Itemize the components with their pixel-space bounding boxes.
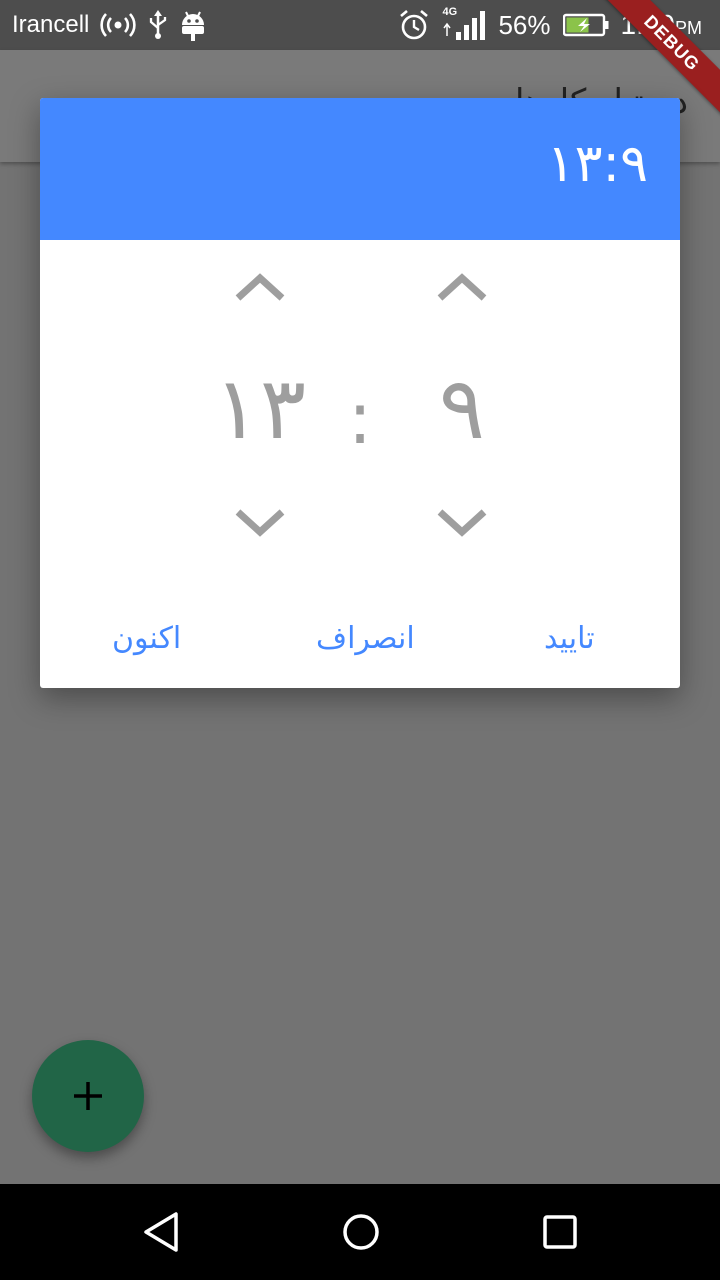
carrier-name: Irancell [12,11,90,38]
chevron-up-icon [235,273,285,301]
confirm-button[interactable]: تایید [536,616,603,660]
status-bar: Irancell 4G 56% PM [0,0,720,50]
minute-value[interactable]: ۹ [402,354,522,464]
minute-spinner: ۹ [402,258,522,558]
hour-decrement-button[interactable] [220,492,300,552]
hour-increment-button[interactable] [220,258,300,318]
selected-time: ۱۳:۹ [546,134,648,194]
usb-icon [147,10,169,40]
back-triangle-icon [144,1212,178,1252]
hour-spinner: ۱۳ [200,258,320,558]
chevron-up-icon [437,273,487,301]
battery-percent: 56% [498,9,551,40]
dialog-header: ۱۳:۹ [40,98,680,240]
chevron-down-icon [235,509,285,537]
now-button[interactable]: اکنون [104,616,189,660]
navigation-bar [0,1184,720,1280]
signal-icon: 4G [442,6,486,40]
back-button[interactable] [134,1204,190,1260]
minute-increment-button[interactable] [422,258,502,318]
hotspot-icon [99,12,137,38]
recents-button[interactable] [532,1204,588,1260]
android-icon [179,9,207,41]
recents-square-icon [543,1215,577,1249]
home-button[interactable] [333,1204,389,1260]
cancel-button[interactable]: انصراف [308,616,423,660]
battery-charging-icon [562,13,609,37]
minute-decrement-button[interactable] [422,492,502,552]
time-picker-dialog: ۱۳:۹ ۱۳ : ۹ اکنون انصراف تایید [40,98,680,688]
dialog-actions: اکنون انصراف تایید [40,608,680,668]
home-circle-icon [343,1214,379,1250]
alarm-icon [398,9,430,41]
chevron-down-icon [437,509,487,537]
time-separator: : [347,376,373,460]
network-type: 4G [442,6,458,18]
plus-icon [74,1082,102,1110]
hour-value[interactable]: ۱۳ [200,354,320,464]
add-task-button[interactable] [32,1040,144,1152]
